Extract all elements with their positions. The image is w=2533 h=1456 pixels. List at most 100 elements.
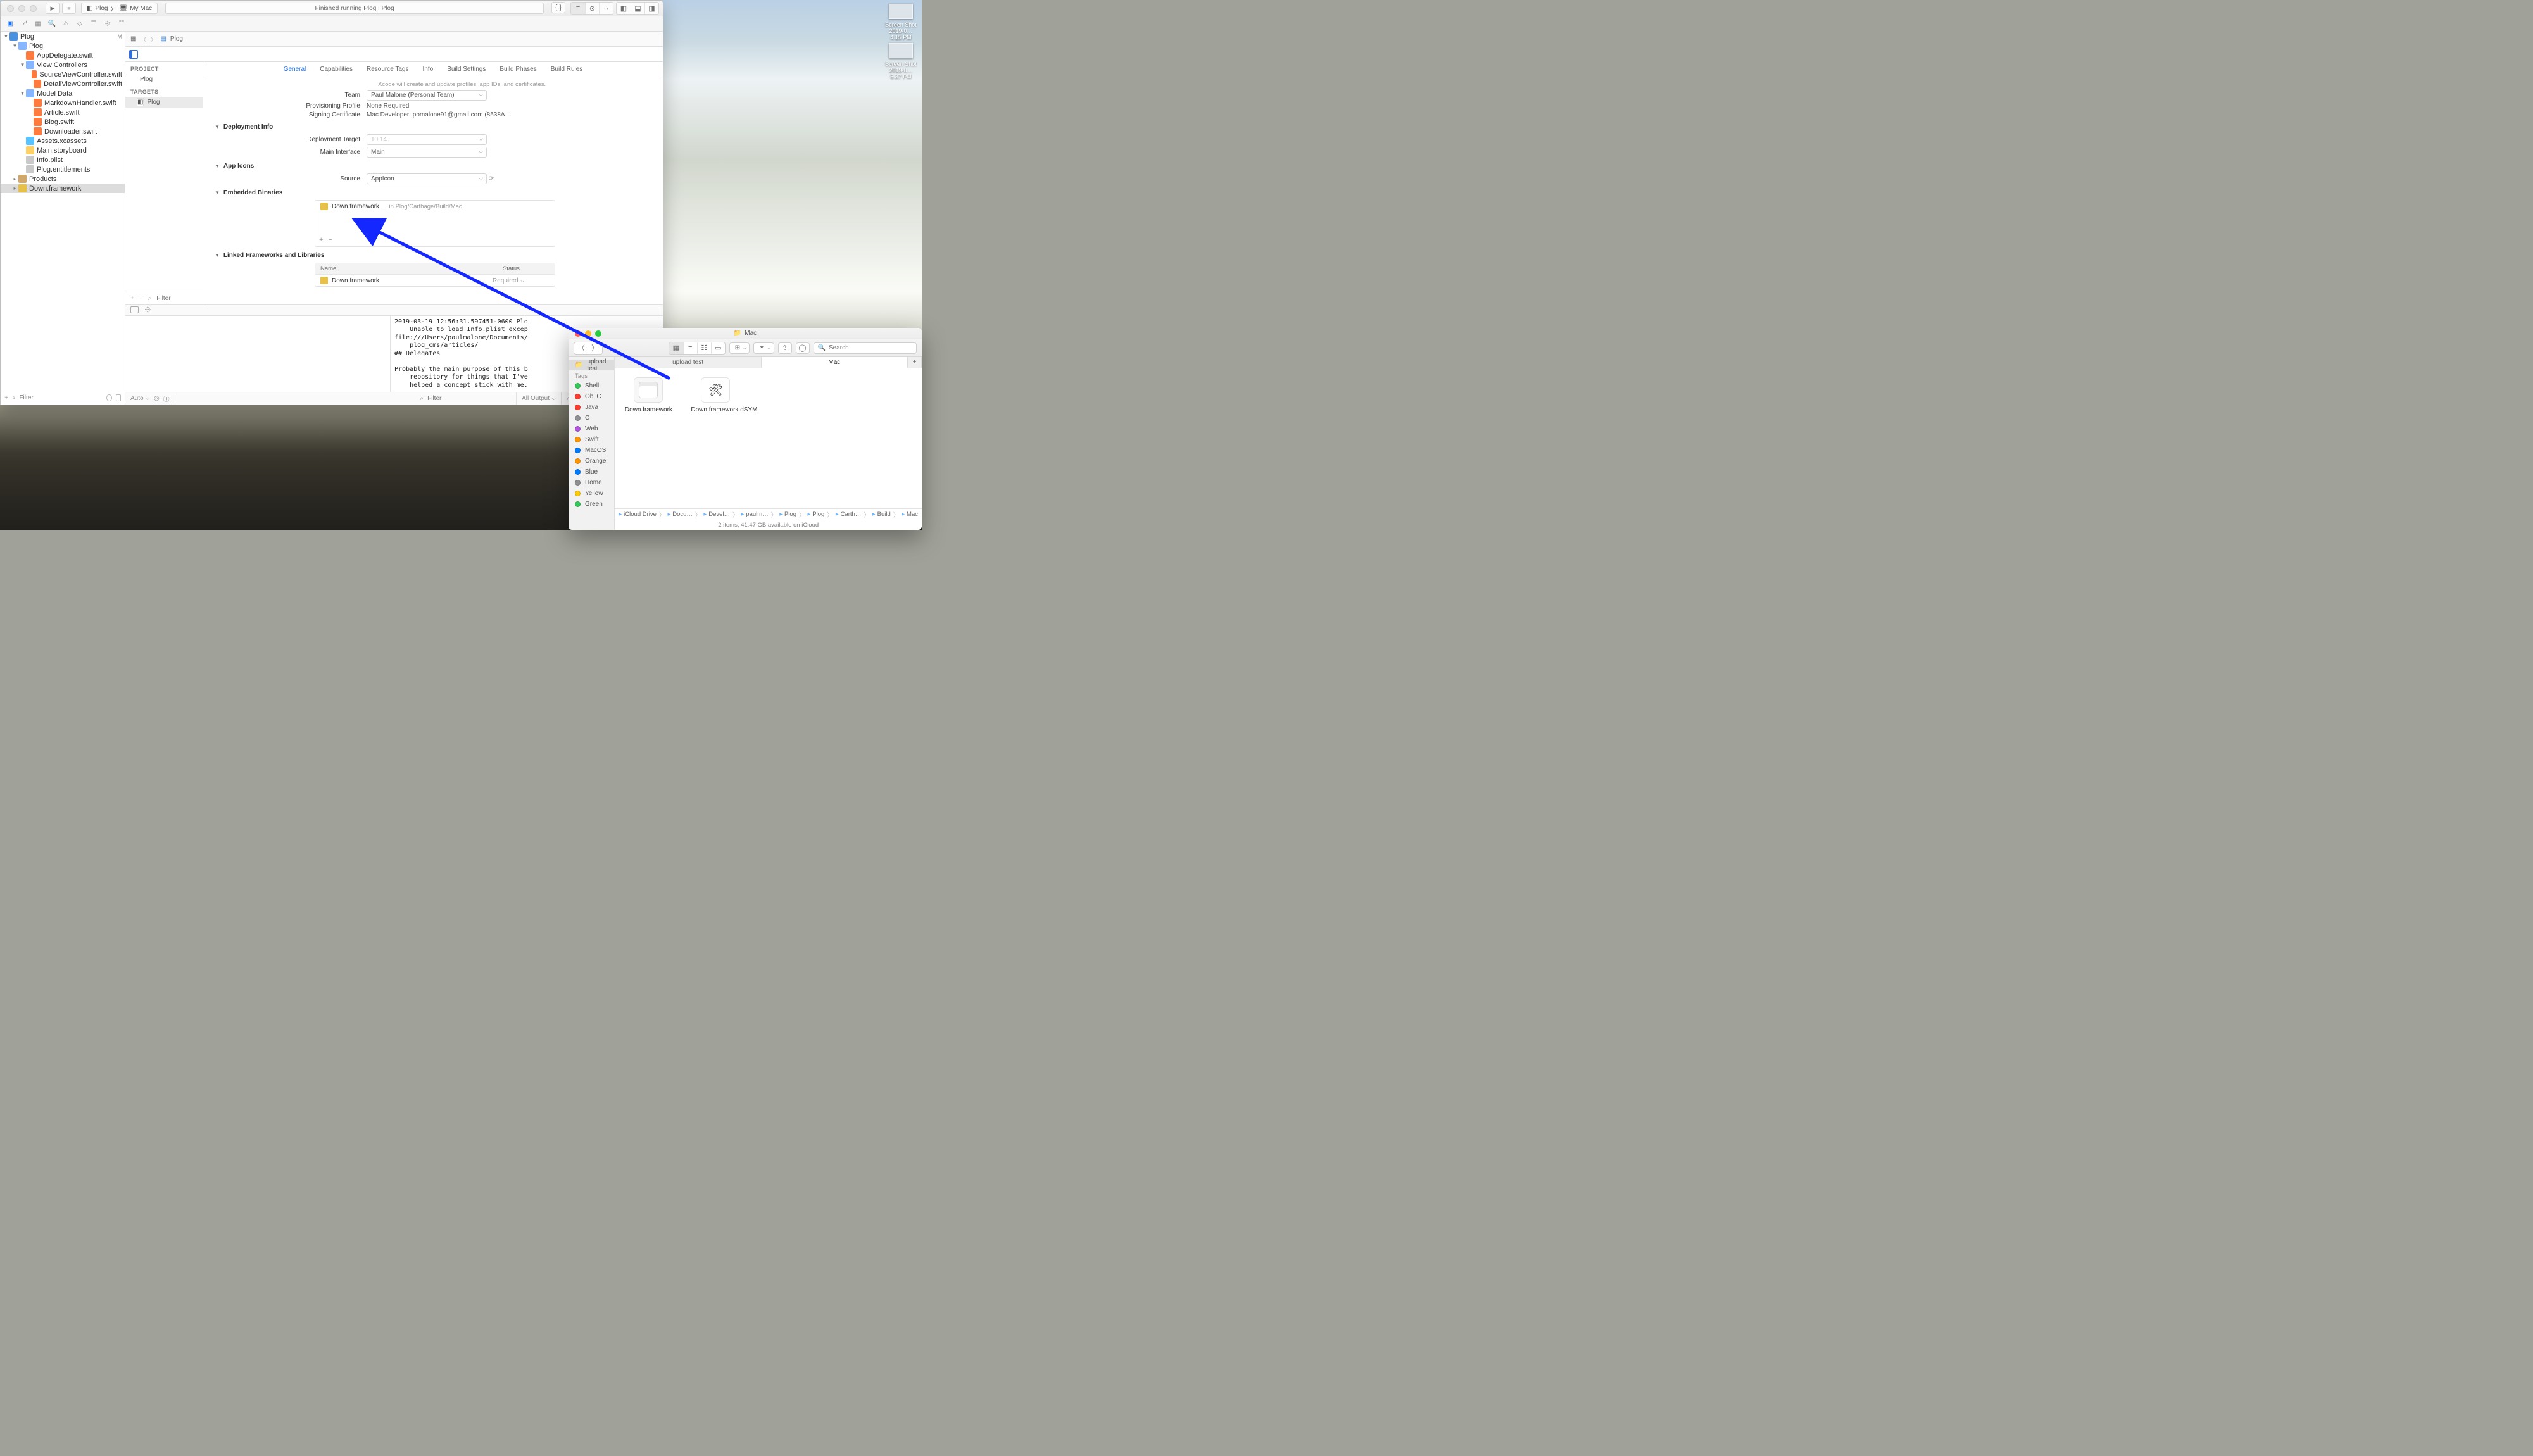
- project-row[interactable]: Plog: [125, 74, 203, 85]
- symbol-navigator-icon[interactable]: ▦: [34, 20, 42, 27]
- table-row[interactable]: Down.framework…in Plog/Carthage/Build/Ma…: [315, 201, 555, 212]
- source-control-icon[interactable]: ⎇: [20, 20, 28, 27]
- window-controls[interactable]: [1, 5, 43, 12]
- sidebar-tag[interactable]: MacOS: [569, 445, 614, 456]
- path-crumb[interactable]: ▸Mac: [902, 511, 918, 518]
- tab-info[interactable]: Info: [423, 66, 434, 73]
- add-button[interactable]: +: [319, 236, 323, 244]
- team-select[interactable]: Paul Malone (Personal Team): [367, 90, 487, 101]
- tree-row[interactable]: MarkdownHandler.swift: [1, 98, 125, 108]
- tab-resource-tags[interactable]: Resource Tags: [367, 66, 409, 73]
- arrange-select[interactable]: ⊞: [729, 342, 750, 354]
- navigator-filter-input[interactable]: [19, 394, 103, 401]
- sidebar-tag[interactable]: Yellow: [569, 488, 614, 499]
- appicon-source-select[interactable]: AppIcon: [367, 173, 487, 184]
- disclosure-triangle-icon[interactable]: ▼: [215, 253, 220, 258]
- tree-row[interactable]: AppDelegate.swift: [1, 51, 125, 60]
- tree-row[interactable]: Plog.entitlements: [1, 165, 125, 174]
- linked-status[interactable]: Required ⌵: [493, 277, 550, 284]
- window-controls[interactable]: [572, 330, 601, 337]
- path-crumb[interactable]: ▸Carth…: [836, 511, 862, 518]
- refresh-icon[interactable]: ⟳: [489, 175, 494, 182]
- table-row[interactable]: Down.frameworkRequired ⌵: [315, 275, 555, 286]
- recent-filter-toggle[interactable]: [106, 394, 111, 401]
- tab-build-phases[interactable]: Build Phases: [500, 66, 536, 73]
- minimize-icon[interactable]: [18, 5, 25, 12]
- disclosure-triangle-icon[interactable]: ▼: [215, 190, 220, 196]
- scheme-selector[interactable]: ◧ Plog 〉 🖥 My Mac: [81, 3, 158, 14]
- stop-button[interactable]: [62, 3, 76, 14]
- panel-visibility-segment[interactable]: ◧⬓◨: [616, 2, 659, 15]
- find-navigator-icon[interactable]: 🔍: [47, 20, 56, 27]
- editor-mode-segment[interactable]: ≡⊙↔: [570, 2, 613, 15]
- eye-icon[interactable]: ◎: [154, 395, 160, 402]
- report-navigator-icon[interactable]: ☷: [117, 20, 126, 27]
- test-navigator-icon[interactable]: ◇: [75, 20, 84, 27]
- view-mode-segment[interactable]: ▦≡☷▭: [669, 342, 726, 355]
- tab-general[interactable]: General: [284, 66, 306, 73]
- info-icon[interactable]: ⓘ: [163, 394, 170, 403]
- disclosure-triangle-icon[interactable]: ▼: [215, 124, 220, 130]
- add-button[interactable]: [4, 394, 8, 401]
- back-button[interactable]: 〈: [140, 34, 146, 44]
- tree-root[interactable]: ▼PlogM: [1, 32, 125, 41]
- tab-build-rules[interactable]: Build Rules: [551, 66, 583, 73]
- project-navigator-icon[interactable]: ▣: [6, 20, 15, 27]
- forward-button[interactable]: 〉: [150, 34, 156, 44]
- zoom-icon[interactable]: [595, 330, 601, 337]
- tree-row[interactable]: SourceViewController.swift: [1, 70, 125, 79]
- close-icon[interactable]: [7, 5, 14, 12]
- deploy-target-select[interactable]: 10.14: [367, 134, 487, 145]
- file-item[interactable]: Down.framework.dSYM: [691, 377, 740, 413]
- target-row[interactable]: ◧ Plog: [125, 97, 203, 108]
- issue-navigator-icon[interactable]: ⚠: [61, 20, 70, 27]
- tab-mac[interactable]: Mac: [762, 357, 908, 368]
- path-crumb[interactable]: ▸paulm…: [741, 511, 769, 518]
- path-crumb[interactable]: ▸Devel…: [703, 511, 730, 518]
- sidebar-tag[interactable]: Home: [569, 477, 614, 488]
- outline-toggle-icon[interactable]: [129, 50, 138, 59]
- sidebar-tag[interactable]: Shell: [569, 380, 614, 391]
- tree-row[interactable]: Blog.swift: [1, 117, 125, 127]
- tree-row[interactable]: ▸Products: [1, 174, 125, 184]
- path-bar[interactable]: ▸iCloud Drive〉▸Docu…〉▸Devel…〉▸paulm…〉▸Pl…: [615, 508, 922, 520]
- share-button[interactable]: ⇪: [778, 342, 792, 354]
- tree-row[interactable]: Main.storyboard: [1, 146, 125, 155]
- search-field[interactable]: 🔍: [814, 342, 917, 354]
- tree-row[interactable]: ▸Down.framework: [1, 184, 125, 193]
- sidebar-tag[interactable]: Blue: [569, 467, 614, 477]
- file-item[interactable]: Down.framework: [624, 377, 673, 413]
- remove-target-button[interactable]: −: [139, 295, 143, 302]
- tab-upload-test[interactable]: upload test: [615, 357, 761, 368]
- path-crumb[interactable]: ▸Plog: [808, 511, 825, 518]
- debug-navigator-icon[interactable]: ☰: [89, 20, 98, 27]
- path-crumb[interactable]: ▸Docu…: [667, 511, 692, 518]
- output-select[interactable]: All Output ⌵: [522, 395, 556, 402]
- icon-view[interactable]: Down.framework Down.framework.dSYM: [615, 368, 922, 508]
- variables-filter-input[interactable]: [427, 395, 511, 402]
- sidebar-tag[interactable]: Obj C: [569, 391, 614, 402]
- variables-view-toggle[interactable]: [130, 306, 139, 313]
- sidebar-tag[interactable]: Swift: [569, 434, 614, 445]
- tree-row[interactable]: ▼Plog: [1, 41, 125, 51]
- close-icon[interactable]: [575, 330, 581, 337]
- path-crumb[interactable]: ▸Build: [872, 511, 891, 518]
- main-interface-select[interactable]: Main: [367, 147, 487, 158]
- sidebar-item[interactable]: 📁upload test: [569, 360, 614, 370]
- tab-capabilities[interactable]: Capabilities: [320, 66, 353, 73]
- minimize-icon[interactable]: [585, 330, 591, 337]
- tree-row[interactable]: Downloader.swift: [1, 127, 125, 136]
- desktop-file-screenshot-1[interactable]: Screen Shot 2019-0…4.15 PM: [885, 4, 917, 41]
- path-crumb[interactable]: ▸iCloud Drive: [619, 511, 657, 518]
- remove-button[interactable]: −: [328, 236, 332, 244]
- editor-standard-button[interactable]: { }: [551, 2, 565, 13]
- tags-button[interactable]: ◯: [796, 342, 810, 354]
- new-tab-button[interactable]: +: [908, 357, 922, 368]
- search-input[interactable]: [829, 344, 912, 351]
- tree-row[interactable]: DetailViewController.swift: [1, 79, 125, 89]
- sidebar-tag[interactable]: Java: [569, 402, 614, 413]
- jump-bar[interactable]: ▦ 〈 〉 ▤ Plog: [125, 32, 663, 47]
- tree-row[interactable]: ▼View Controllers: [1, 60, 125, 70]
- action-select[interactable]: ✶: [753, 342, 774, 354]
- sidebar-tag[interactable]: C: [569, 413, 614, 424]
